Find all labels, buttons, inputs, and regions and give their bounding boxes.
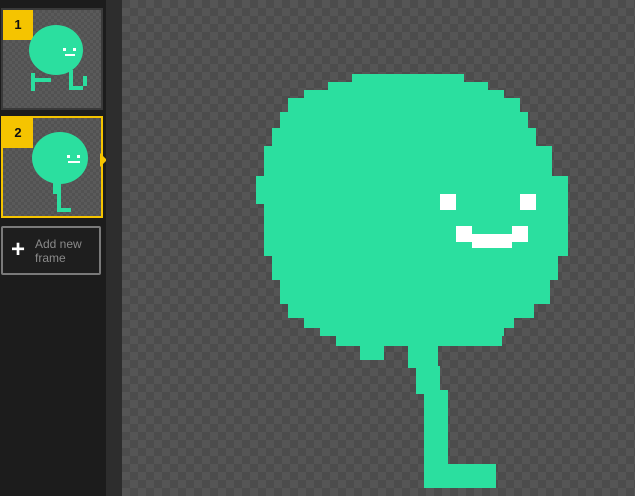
frame-1-preview xyxy=(29,25,87,91)
add-new-frame-button[interactable]: + Add new frame xyxy=(1,226,101,275)
add-new-frame-label: Add new frame xyxy=(35,237,82,265)
frame-thumbnail-2[interactable]: 2 xyxy=(1,116,103,218)
drawing-canvas[interactable] xyxy=(122,0,635,496)
frames-panel: 1 2 + Add new frame xyxy=(0,0,107,496)
plus-icon: + xyxy=(11,236,26,263)
panel-divider xyxy=(106,0,122,496)
sprite-drawing xyxy=(256,74,568,488)
frame-thumbnail-1[interactable]: 1 xyxy=(1,8,103,110)
frame-2-preview xyxy=(32,132,88,212)
